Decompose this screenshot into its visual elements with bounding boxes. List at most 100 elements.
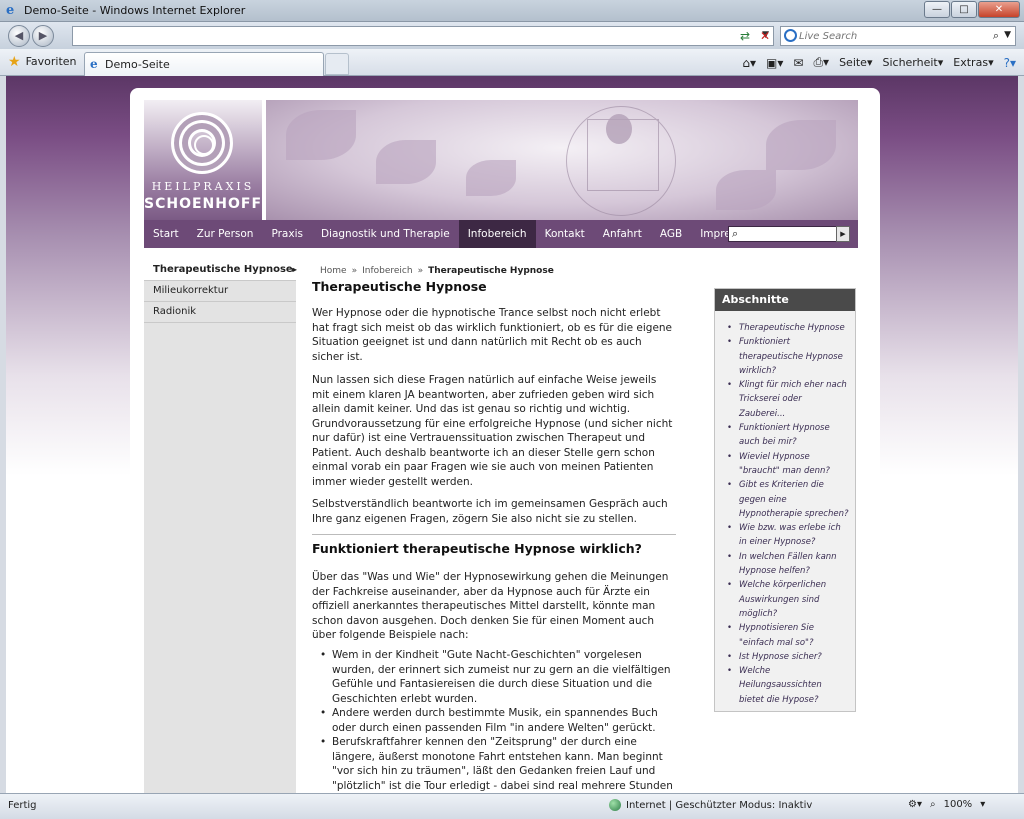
ie-logo-icon: e	[6, 3, 15, 18]
live-search-input[interactable]	[799, 28, 979, 44]
list-item: Wem in der Kindheit "Gute Nacht-Geschich…	[316, 648, 676, 706]
section-link[interactable]: Klingt für mich eher nach Trickserei ode…	[725, 378, 849, 421]
logo-line2: SCHOENHOFF	[144, 196, 263, 212]
section-link[interactable]: Funktioniert therapeutische Hypnose wirk…	[725, 335, 849, 378]
help-icon[interactable]: ?▾	[1004, 56, 1016, 70]
header-banner-image	[266, 100, 858, 220]
site-header: HEILPRAXIS SCHOENHOFF	[144, 100, 858, 220]
section-link[interactable]: Welche körperlichen Auswirkungen sind mö…	[725, 578, 849, 621]
page-menu[interactable]: Seite▾	[839, 56, 872, 69]
close-button[interactable]: ✕	[978, 1, 1020, 18]
print-icon[interactable]: ⎙▾	[813, 55, 829, 70]
minimize-button[interactable]: —	[924, 1, 950, 18]
paragraph-meinungen: Über das "Was und Wie" der Hypnosewirkun…	[312, 571, 669, 641]
refresh-icon[interactable]: ⇄	[736, 27, 754, 45]
zone-label: Internet | Geschützter Modus: Inaktiv	[626, 799, 813, 811]
menu-item-infobereich[interactable]: Infobereich	[458, 220, 536, 248]
examples-list: Wem in der Kindheit "Gute Nacht-Geschich…	[316, 648, 676, 793]
extras-menu[interactable]: Extras▾	[953, 56, 993, 69]
sidebar-item-milieukorrektur[interactable]: Milieukorrektur	[144, 281, 296, 302]
page-viewport: HEILPRAXIS SCHOENHOFF Start Zur Person P…	[6, 76, 1018, 793]
section-link[interactable]: Ist Hypnose sicher?	[725, 650, 849, 665]
sidebar-item-hypnose[interactable]: Therapeutische Hypnose	[144, 260, 296, 281]
menu-item-diagnostik[interactable]: Diagnostik und Therapie	[312, 220, 459, 248]
new-tab-button[interactable]	[325, 53, 349, 75]
section-link[interactable]: Funktioniert Hypnose auch bei mir?	[725, 421, 849, 450]
page-title: Therapeutische Hypnose	[312, 279, 487, 294]
navigation-bar: ◀ ▶ ▼ ⇄ ✕ ⌕ ▼	[0, 22, 1024, 49]
breadcrumb-section[interactable]: Infobereich	[362, 266, 412, 276]
status-bar: Fertig Internet | Geschützter Modus: Ina…	[0, 793, 1024, 819]
breadcrumb-home[interactable]: Home	[320, 266, 347, 276]
menu-item-anfahrt[interactable]: Anfahrt	[594, 220, 651, 248]
list-item: Berufskraftfahrer kennen den "Zeitsprung…	[316, 735, 676, 793]
paragraph-questions: Nun lassen sich diese Fragen natürlich a…	[312, 374, 673, 488]
site-logo[interactable]: HEILPRAXIS SCHOENHOFF	[144, 100, 262, 220]
favorites-bar: ★ Favoriten e Demo-Seite ⌂▾ ▣▾ ✉ ⎙▾ Seit…	[0, 49, 1024, 76]
forward-button[interactable]: ▶	[32, 25, 54, 47]
zoom-control[interactable]: ⚙▾ ⌕ 100% ▾	[908, 799, 985, 810]
star-icon: ★	[8, 53, 21, 70]
sidebar-nav: Therapeutische Hypnose Milieukorrektur R…	[144, 260, 296, 793]
site-search-submit-button[interactable]: ▶	[836, 226, 850, 242]
breadcrumb-current: Therapeutische Hypnose	[428, 266, 554, 276]
window-controls: — □ ✕	[924, 1, 1020, 18]
main-menu: Start Zur Person Praxis Diagnostik und T…	[144, 220, 858, 248]
stop-icon[interactable]: ✕	[756, 27, 774, 45]
main-content: Home» Infobereich» Therapeutische Hypnose …	[312, 260, 682, 793]
search-dropdown-icon[interactable]: ▼	[1004, 30, 1011, 40]
search-icon[interactable]: ⌕	[993, 29, 999, 43]
leaf-decoration	[376, 140, 436, 184]
page-menu-label: Seite	[839, 56, 867, 69]
site-search-icon: ⌕	[732, 227, 739, 240]
extras-menu-label: Extras	[953, 56, 989, 69]
home-icon[interactable]: ⌂▾	[742, 56, 756, 70]
rosette-icon	[171, 112, 233, 174]
leaf-decoration	[766, 120, 836, 170]
tab-title: Demo-Seite	[105, 58, 170, 71]
site-search[interactable]: ⌕ ▶	[728, 226, 850, 242]
logo-line1: HEILPRAXIS	[151, 180, 255, 193]
favorites-label: Favoriten	[25, 55, 77, 68]
feeds-icon[interactable]: ▣▾	[766, 56, 783, 70]
site-search-input[interactable]	[745, 228, 835, 240]
section-link[interactable]: Welche Heilungsaussichten bietet die Hyp…	[725, 664, 849, 707]
back-button[interactable]: ◀	[8, 25, 30, 47]
section-link[interactable]: Hypnotisieren Sie "einfach mal so"?	[725, 621, 849, 650]
menu-item-zur-person[interactable]: Zur Person	[188, 220, 263, 248]
command-bar: ⌂▾ ▣▾ ✉ ⎙▾ Seite▾ Sicherheit▾ Extras▾ ?▾	[742, 55, 1016, 70]
menu-item-praxis[interactable]: Praxis	[262, 220, 312, 248]
title-bar: e Demo-Seite - Windows Internet Explorer…	[0, 0, 1024, 22]
favorites-button[interactable]: ★ Favoriten	[8, 53, 77, 70]
section-link[interactable]: Wie bzw. was erlebe ich in einer Hypnose…	[725, 521, 849, 550]
ie-tab-icon: e	[90, 57, 98, 71]
zoom-dropdown-icon[interactable]: ▾	[980, 799, 985, 810]
maximize-button[interactable]: □	[951, 1, 977, 18]
section-link[interactable]: In welchen Fällen kann Hypnose helfen?	[725, 550, 849, 579]
figure-head	[606, 114, 632, 144]
security-zone[interactable]: Internet | Geschützter Modus: Inaktiv	[609, 799, 812, 811]
live-search-box[interactable]: ⌕ ▼	[780, 26, 1016, 46]
globe-icon	[609, 799, 621, 811]
breadcrumb-separator: »	[351, 266, 358, 276]
breadcrumb: Home » Infobereich » Therapeutische Hypnose	[320, 264, 554, 279]
zoom-level: 100%	[943, 799, 973, 810]
section-link[interactable]: Wieviel Hypnose "braucht" man denn?	[725, 450, 849, 479]
live-search-logo-icon	[784, 29, 797, 42]
breadcrumb-separator: »	[417, 266, 424, 276]
section-heading: Funktioniert therapeutische Hypnose wirk…	[312, 541, 642, 556]
section-link[interactable]: Therapeutische Hypnose	[725, 321, 849, 336]
window-title: Demo-Seite - Windows Internet Explorer	[24, 4, 246, 17]
sidebar-item-radionik[interactable]: Radionik	[144, 302, 296, 323]
sections-list: Therapeutische Hypnose Funktioniert ther…	[715, 311, 855, 707]
list-item: Andere werden durch bestimmte Musik, ein…	[316, 706, 676, 735]
security-menu[interactable]: Sicherheit▾	[882, 56, 943, 69]
section-link[interactable]: Gibt es Kriterien die gegen eine Hypnoth…	[725, 478, 849, 521]
menu-item-kontakt[interactable]: Kontakt	[536, 220, 594, 248]
browser-tab[interactable]: e Demo-Seite	[84, 52, 324, 76]
settings-icon[interactable]: ⚙▾	[908, 799, 922, 810]
menu-item-agb[interactable]: AGB	[651, 220, 691, 248]
menu-item-start[interactable]: Start	[144, 220, 188, 248]
mail-icon[interactable]: ✉	[793, 56, 803, 70]
address-bar[interactable]: ▼	[72, 26, 774, 46]
